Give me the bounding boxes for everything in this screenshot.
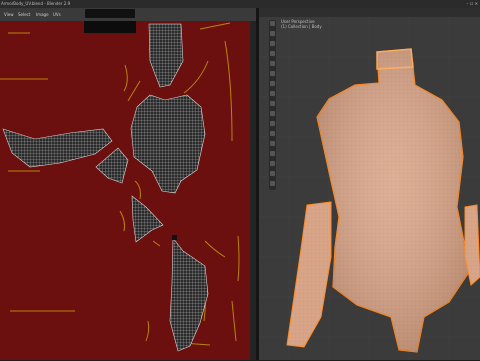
spin-icon[interactable] — [270, 151, 275, 156]
uv-editor-header: View Select Image UVs — [0, 8, 256, 22]
rotate-icon[interactable] — [270, 41, 275, 46]
uv-island-torso — [130, 94, 206, 194]
uv-canvas[interactable] — [0, 21, 256, 360]
window-title: ArmorBody_UV.blend - Blender 2.9 — [1, 1, 71, 6]
body-mesh[interactable] — [286, 48, 480, 353]
shear-icon[interactable] — [270, 171, 275, 176]
viewport-info: User Perspective (1) Collection | Body — [281, 19, 322, 29]
uv-menu-image[interactable]: Image — [36, 12, 49, 17]
polybuild-icon[interactable] — [270, 141, 275, 146]
annotate-icon[interactable] — [270, 71, 275, 76]
loopcut-icon[interactable] — [270, 121, 275, 126]
uv-mesh-islands — [2, 23, 209, 352]
knife-icon[interactable] — [270, 131, 275, 136]
move-icon[interactable] — [270, 31, 275, 36]
uv-dark-marker — [172, 235, 177, 240]
uv-islands — [0, 21, 240, 352]
rip-icon[interactable] — [270, 181, 275, 186]
image-selector-field[interactable] — [85, 9, 135, 18]
uv-island-leg — [169, 237, 209, 352]
bevel-icon[interactable] — [270, 111, 275, 116]
tool-shelf — [269, 20, 276, 190]
viewport-grid — [259, 17, 480, 360]
uv-island-arm — [2, 128, 113, 168]
transform-icon[interactable] — [270, 61, 275, 66]
title-bar: ArmorBody_UV.blend - Blender 2.9 – ☐ ✕ — [0, 0, 480, 8]
viewport-header — [259, 8, 480, 17]
window-controls[interactable]: – ☐ ✕ — [467, 1, 478, 6]
uv-header-overlay — [84, 21, 136, 33]
uv-island-shoulder — [95, 147, 129, 184]
uv-menu-view[interactable]: View — [4, 12, 14, 17]
texture-image — [0, 21, 250, 360]
cursor-icon[interactable] — [270, 21, 275, 26]
smooth-icon[interactable] — [270, 161, 275, 166]
measure-icon[interactable] — [270, 81, 275, 86]
uv-island-side — [131, 195, 164, 243]
extrude-icon[interactable] — [270, 91, 275, 96]
uv-island-neck — [148, 23, 184, 88]
scale-icon[interactable] — [270, 51, 275, 56]
uv-menu-uvs[interactable]: UVs — [53, 12, 61, 17]
uv-editor-panel: View Select Image UVs — [0, 8, 256, 360]
viewport-collection-name: (1) Collection | Body — [281, 24, 322, 29]
inset-icon[interactable] — [270, 101, 275, 106]
detached-arm-mesh — [286, 201, 332, 348]
3d-viewport[interactable]: User Perspective (1) Collection | Body — [259, 8, 480, 360]
uv-menu-select[interactable]: Select — [18, 12, 30, 17]
